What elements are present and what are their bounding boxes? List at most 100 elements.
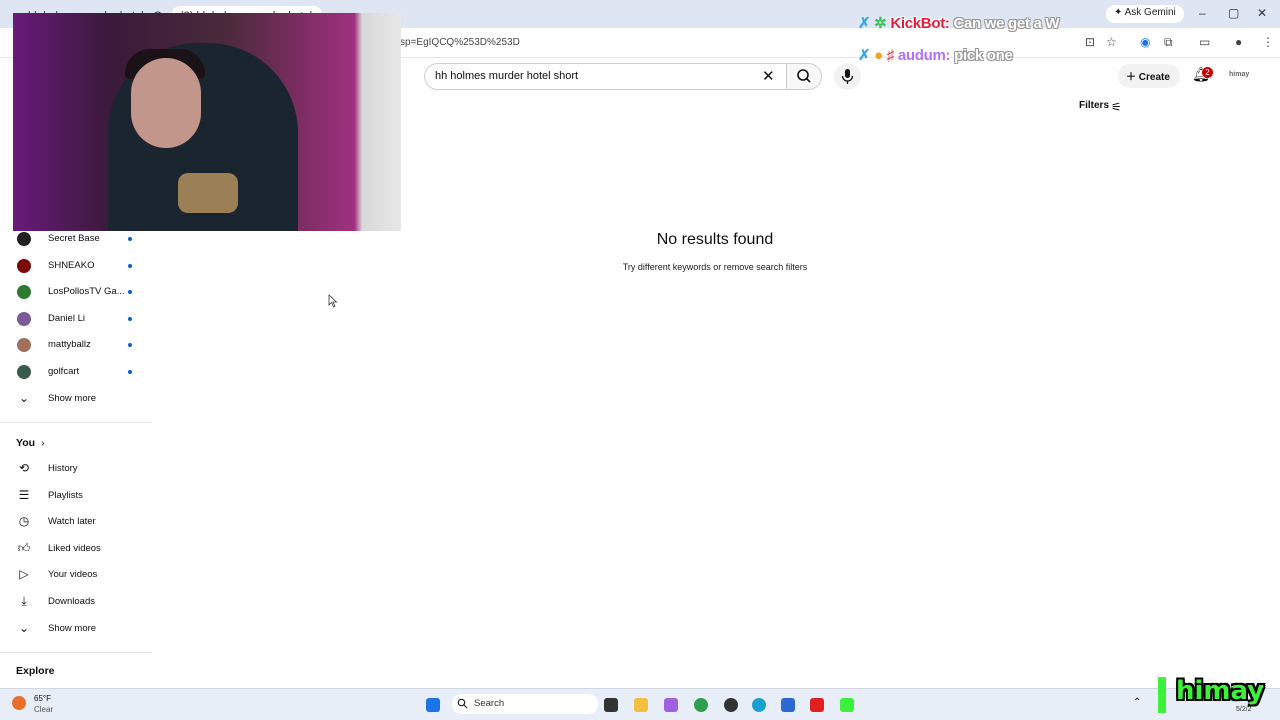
new-content-dot [128, 263, 132, 268]
sword-icon: ✗ [858, 47, 871, 64]
notification-count-badge: 2 [1202, 67, 1213, 78]
weather-condition: Clear [34, 705, 54, 714]
you-item-label: Downloads [48, 596, 95, 607]
windows-taskbar: ⌃ [0, 688, 1280, 720]
show-more-label: Show more [48, 393, 97, 404]
show-more-you[interactable]: ⌄ Show more [16, 619, 140, 639]
install-app-icon[interactable]: ⊡ [1085, 35, 1095, 49]
menu-dots-icon[interactable]: ⋮ [1262, 35, 1274, 49]
you-item[interactable]: ☰ Playlists [16, 486, 140, 506]
plus-icon: ＋ [1126, 72, 1139, 83]
subscription-label: golfcart [48, 366, 80, 377]
channel-avatar [17, 232, 31, 246]
channel-avatar [17, 258, 31, 273]
show-more-subscriptions[interactable]: ⌄ Show more [16, 389, 140, 409]
task-view-icon[interactable] [604, 698, 618, 712]
filter-sliders-icon[interactable]: ⚟ [1111, 100, 1122, 114]
you-section-heading[interactable]: You › [16, 437, 45, 449]
extensions-icon[interactable]: ⧉ [1164, 35, 1173, 50]
no-results-title: No results found [656, 231, 774, 248]
filters-button[interactable]: Filters [1079, 100, 1109, 111]
you-item[interactable]: ▷ Your videos [16, 565, 140, 585]
kick-icon[interactable] [840, 698, 854, 712]
sidebar-divider [0, 652, 152, 653]
history-icon: ⟲ [18, 461, 30, 475]
subscription-item[interactable]: SHNEAKO [16, 256, 140, 276]
subscription-label: Secret Base [48, 233, 100, 244]
thumbs-up-icon: 👍︎ [17, 540, 31, 555]
subscription-item[interactable]: Secret Base [16, 229, 140, 249]
gemini-icon: ✦ [1114, 7, 1125, 18]
app-icon[interactable] [664, 698, 678, 712]
kick-badge-icon: ✲ [874, 15, 887, 32]
subscription-label: mattyballz [48, 339, 91, 351]
streamer-logo: himay [1176, 676, 1265, 706]
channel-avatar [17, 311, 31, 326]
chat-username: KickBot: [890, 15, 950, 32]
you-item-label: Playlists [48, 489, 83, 501]
channel-avatar [17, 285, 31, 300]
search-icon [797, 69, 811, 83]
clear-search-icon[interactable]: ✕ [762, 67, 775, 85]
chat-message-1: ✗ ✲ KickBot: Can we get a W [858, 14, 1060, 32]
edge-icon[interactable] [752, 698, 766, 712]
tray-chevron-icon[interactable]: ⌃ [1133, 697, 1141, 708]
search-icon [457, 698, 468, 709]
explore-heading: Explore [16, 665, 55, 677]
microphone-icon [841, 69, 854, 84]
overlay-accent-bar [1158, 677, 1166, 713]
broadcast-icon[interactable]: ◉ [1140, 35, 1150, 49]
weather-temperature: 65°F [34, 694, 51, 703]
ask-gemini-label: Ask Gemini [1124, 7, 1176, 18]
subscription-item[interactable]: LosPollosTV Ga... [16, 282, 140, 302]
account-avatar[interactable]: himay [1229, 71, 1249, 78]
subscription-label: Daniel Li [48, 312, 85, 324]
no-results-subtitle: Try different keywords or remove search … [622, 262, 808, 272]
tier-badge-icon: ● [874, 47, 883, 64]
you-item-label: Watch later [48, 516, 96, 528]
taskbar-search-label: Search [474, 698, 505, 709]
steam-icon[interactable] [724, 698, 738, 712]
sidepanel-icon[interactable]: ▭ [1199, 35, 1210, 49]
webcam-overlay [13, 13, 401, 231]
windows-start-icon[interactable] [426, 698, 440, 712]
shirt-logo [178, 173, 238, 213]
store-icon[interactable] [781, 698, 795, 712]
video-icon: ▷ [19, 567, 29, 582]
search-button[interactable] [786, 63, 822, 90]
you-item[interactable]: 👍︎ Liked videos [16, 539, 140, 559]
chat-message-2: ✗ ● ♯ audum: pick one [858, 46, 1013, 64]
streamer-face [131, 58, 201, 148]
minimize-icon[interactable]: – [1199, 6, 1206, 20]
subscription-item[interactable]: Daniel Li [16, 309, 140, 329]
you-item-label: Your videos [48, 569, 98, 581]
youtube-icon[interactable] [810, 698, 824, 712]
chrome-icon[interactable] [694, 698, 708, 712]
create-button[interactable]: ＋ Create [1118, 64, 1180, 88]
weather-icon [12, 696, 26, 710]
you-item[interactable]: ◷ Watch later [16, 512, 140, 532]
voice-search-button[interactable] [834, 63, 861, 90]
search-input[interactable]: hh holmes murder hotel short [424, 63, 786, 90]
playlists-icon: ☰ [18, 487, 30, 502]
you-item-label: History [48, 463, 78, 474]
subscription-item[interactable]: golfcart [16, 362, 140, 382]
url-text[interactable]: sp=EgIQCQ%253D%253D [400, 37, 520, 48]
bookmark-star-icon[interactable]: ☆ [1106, 35, 1117, 49]
ask-gemini-button[interactable]: ✦ Ask Gemini [1106, 5, 1184, 23]
file-explorer-icon[interactable] [634, 698, 648, 712]
chat-username: audum: [897, 47, 951, 64]
you-item[interactable]: ⤓ Downloads [16, 592, 140, 612]
new-content-dot [128, 343, 132, 348]
chat-text: Can we get a W [953, 15, 1060, 32]
taskbar-search[interactable]: Search [452, 694, 598, 714]
sword-icon: ✗ [858, 15, 871, 32]
chevron-down-icon: ⌄ [18, 621, 30, 635]
chevron-down-icon: ⌄ [18, 391, 30, 405]
subscription-item[interactable]: mattyballz [16, 335, 140, 355]
close-window-icon[interactable]: ✕ [1257, 6, 1267, 20]
you-heading-label: You [16, 437, 36, 449]
you-item[interactable]: ⟲ History [16, 459, 140, 479]
maximize-icon[interactable]: ▢ [1228, 6, 1239, 20]
profile-avatar-icon[interactable]: ● [1235, 35, 1242, 49]
